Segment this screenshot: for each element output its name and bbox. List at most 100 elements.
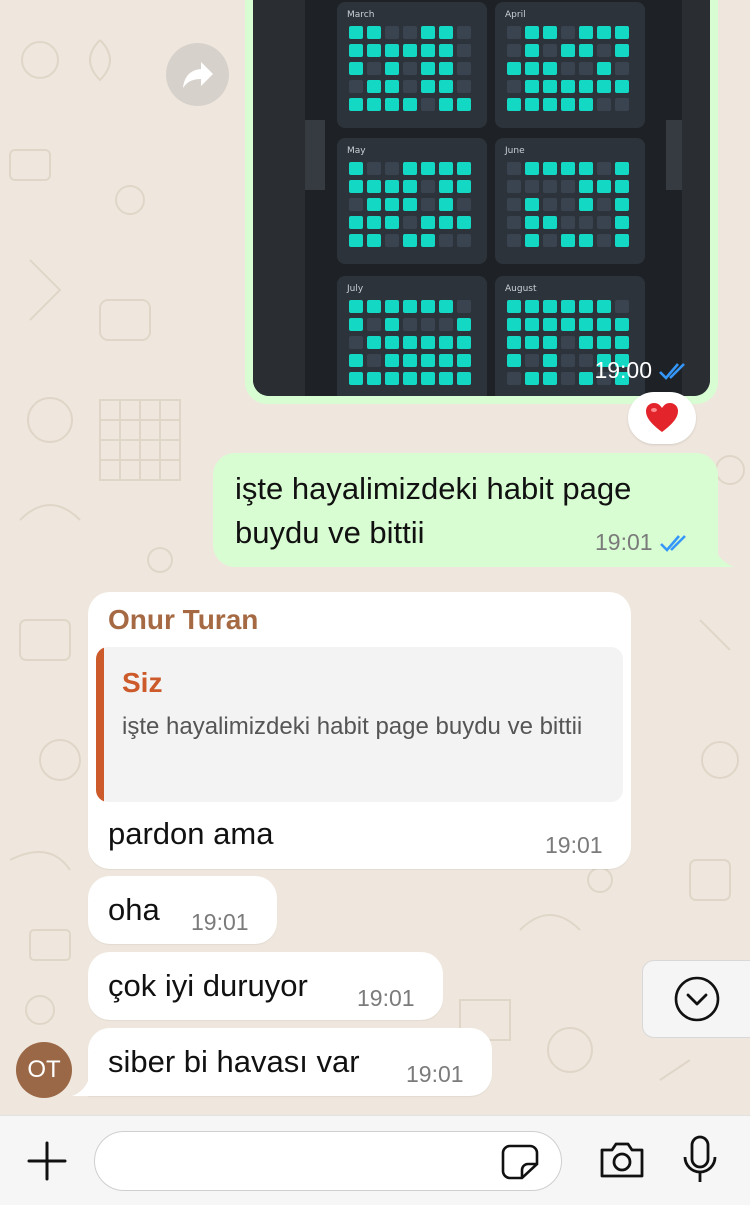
reaction-badge[interactable] <box>628 392 696 444</box>
habit-day-cell <box>543 26 557 39</box>
habit-day-cell <box>367 80 381 93</box>
incoming-message-time: 19:01 <box>191 909 249 935</box>
microphone-button[interactable] <box>680 1134 720 1186</box>
habit-day-cell <box>421 180 435 193</box>
forward-button[interactable] <box>166 43 229 106</box>
habit-day-cell <box>597 336 611 349</box>
camera-button[interactable] <box>596 1136 648 1184</box>
habit-day-cell <box>439 336 453 349</box>
habit-day-cell <box>561 62 575 75</box>
habit-day-cell <box>543 354 557 367</box>
sticker-button[interactable] <box>499 1144 541 1180</box>
habit-day-cell <box>367 98 381 111</box>
message-composer <box>0 1115 750 1205</box>
habit-day-cell <box>579 80 593 93</box>
habit-day-cell <box>439 98 453 111</box>
habit-day-cell <box>421 62 435 75</box>
habit-day-cell <box>349 372 363 385</box>
habit-day-cell <box>349 354 363 367</box>
habit-day-cell <box>367 26 381 39</box>
outgoing-message-bubble[interactable]: işte hayalimizdeki habit page buydu ve b… <box>213 453 718 567</box>
chevron-down-icon <box>674 976 720 1022</box>
habit-day-cell <box>543 336 557 349</box>
attach-button[interactable] <box>24 1138 70 1184</box>
outgoing-message-meta: 19:01 <box>595 529 691 556</box>
habit-day-cell <box>349 198 363 211</box>
habit-day-cell <box>457 180 471 193</box>
habit-day-cell <box>457 234 471 247</box>
reply-message-time: 19:01 <box>545 832 603 858</box>
habit-day-cell <box>579 318 593 331</box>
habit-day-cell <box>403 44 417 57</box>
habit-day-cell <box>615 234 629 247</box>
habit-day-cell <box>421 198 435 211</box>
habit-day-cell <box>507 300 521 313</box>
habit-day-cell <box>403 234 417 247</box>
habit-day-cell <box>403 62 417 75</box>
habit-day-cell <box>507 26 521 39</box>
habit-day-cell <box>385 98 399 111</box>
incoming-message-bubble[interactable]: oha 19:01 <box>88 876 277 944</box>
habit-day-cell <box>349 300 363 313</box>
habit-day-cell <box>385 26 399 39</box>
habit-day-cell <box>367 234 381 247</box>
habit-day-cell <box>561 372 575 385</box>
habit-day-cell <box>579 180 593 193</box>
incoming-message-bubble[interactable]: siber bi havası var 19:01 <box>88 1028 492 1096</box>
habit-day-cell <box>597 98 611 111</box>
habit-day-cell <box>561 354 575 367</box>
plus-icon <box>27 1141 67 1181</box>
habit-day-cell <box>367 354 381 367</box>
habit-day-cell <box>421 234 435 247</box>
bubble-tail <box>712 540 734 567</box>
habit-day-cell <box>439 372 453 385</box>
habit-day-cell <box>457 300 471 313</box>
reply-message-bubble[interactable]: Onur Turan Siz işte hayalimizdeki habit … <box>88 592 631 869</box>
habit-day-cell <box>457 62 471 75</box>
habit-month-card: June <box>495 138 645 264</box>
habit-day-cell <box>385 372 399 385</box>
habit-month-card: March <box>337 2 487 128</box>
habit-day-cell <box>561 98 575 111</box>
habit-day-cell <box>457 26 471 39</box>
habit-day-cell <box>457 372 471 385</box>
sticker-icon <box>501 1144 539 1180</box>
avatar[interactable]: OT <box>16 1042 72 1098</box>
habit-day-cell <box>457 216 471 229</box>
habit-day-cell <box>543 318 557 331</box>
habit-day-cell <box>403 354 417 367</box>
habit-tracker-screenshot[interactable]: March April May June July August 19:00 <box>253 0 710 396</box>
habit-day-cell <box>561 318 575 331</box>
habit-day-cell <box>561 234 575 247</box>
habit-day-cell <box>579 62 593 75</box>
habit-day-cell <box>457 80 471 93</box>
habit-day-cell <box>507 372 521 385</box>
message-input[interactable] <box>94 1131 562 1191</box>
habit-day-cell <box>525 336 539 349</box>
scroll-to-bottom-button[interactable] <box>642 960 750 1038</box>
habit-day-cell <box>525 62 539 75</box>
habit-day-cell <box>543 180 557 193</box>
habit-month-name: June <box>505 146 525 156</box>
habit-day-cell <box>525 26 539 39</box>
habit-day-cell <box>385 198 399 211</box>
habit-day-cell <box>597 234 611 247</box>
habit-day-cell <box>525 162 539 175</box>
habit-day-cell <box>385 162 399 175</box>
habit-day-cell <box>579 26 593 39</box>
habit-day-cell <box>367 180 381 193</box>
camera-icon <box>600 1142 644 1178</box>
habit-day-cell <box>525 354 539 367</box>
habit-day-cell <box>597 62 611 75</box>
habit-day-cell <box>439 216 453 229</box>
incoming-message-text: oha <box>108 892 160 927</box>
habit-day-cell <box>561 162 575 175</box>
habit-day-cell <box>597 318 611 331</box>
habit-day-cell <box>421 216 435 229</box>
habit-day-cell <box>561 336 575 349</box>
habit-day-cell <box>421 98 435 111</box>
quoted-message[interactable]: Siz işte hayalimizdeki habit page buydu … <box>96 647 623 802</box>
habit-day-cell <box>507 318 521 331</box>
incoming-message-bubble[interactable]: çok iyi duruyor 19:01 <box>88 952 443 1020</box>
image-message-bubble[interactable]: March April May June July August 19:00 <box>245 0 718 404</box>
